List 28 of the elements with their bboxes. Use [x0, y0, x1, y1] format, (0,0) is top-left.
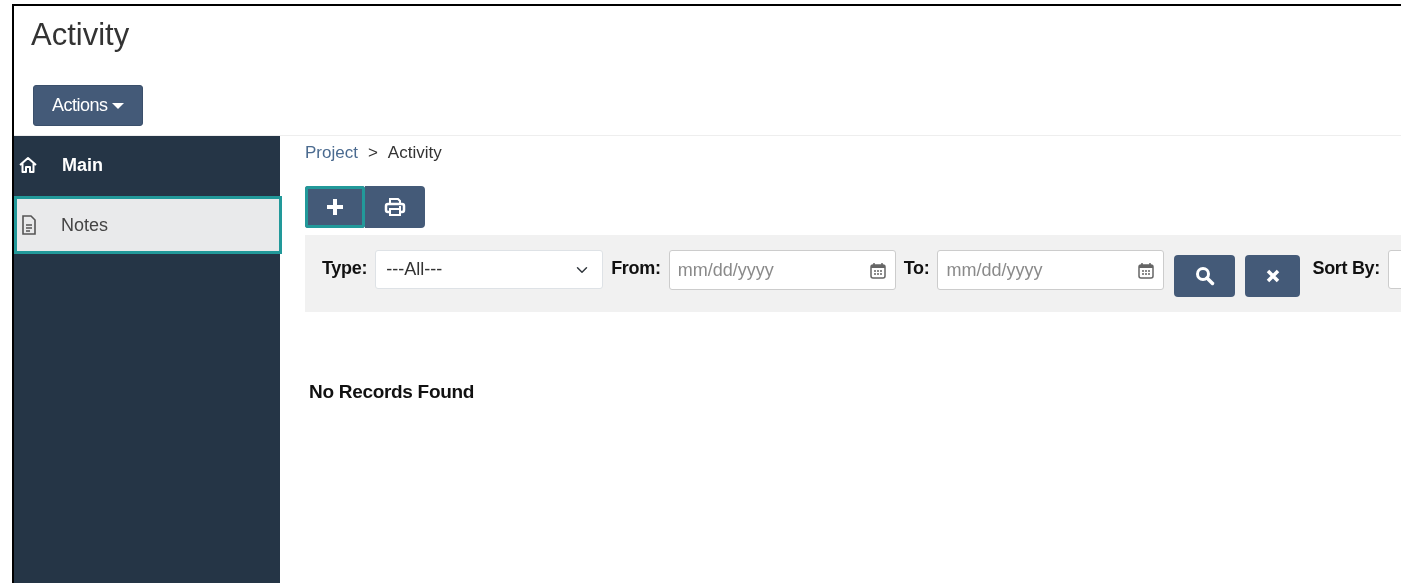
filter-label: From:	[611, 257, 661, 280]
clear-button[interactable]	[1245, 255, 1301, 297]
empty-message: No Records Found	[308, 380, 476, 404]
search-icon	[1194, 266, 1215, 286]
filter-label: Sort By:	[1312, 257, 1381, 280]
document-icon	[21, 215, 37, 235]
printer-icon	[384, 197, 406, 217]
plus-icon	[325, 197, 345, 217]
calendar-icon	[869, 262, 886, 279]
search-button[interactable]	[1174, 255, 1236, 297]
breadcrumb-current: Activity	[387, 142, 442, 164]
close-icon	[1264, 268, 1281, 284]
add-button[interactable]	[305, 186, 365, 228]
caret-icon	[111, 103, 124, 110]
calendar-icon	[1138, 262, 1155, 279]
print-button[interactable]	[365, 186, 425, 228]
breadcrumb-link[interactable]: Project	[305, 140, 358, 186]
filter-label: Type:	[322, 257, 368, 280]
date-field[interactable]: mm/dd/yyyy	[668, 250, 896, 290]
sidebar-item[interactable]: Main	[14, 136, 280, 194]
page-title: Activity	[30, 16, 131, 54]
actions-button[interactable]: Actions	[33, 85, 143, 126]
home-icon	[18, 155, 38, 175]
date-field[interactable]: mm/dd/yyyy	[937, 250, 1165, 290]
sidebar-item[interactable]: Notes	[14, 196, 282, 254]
filter-label: To:	[903, 257, 930, 280]
type-select[interactable]: ---All---	[375, 250, 604, 289]
breadcrumb-separator: >	[367, 142, 378, 164]
